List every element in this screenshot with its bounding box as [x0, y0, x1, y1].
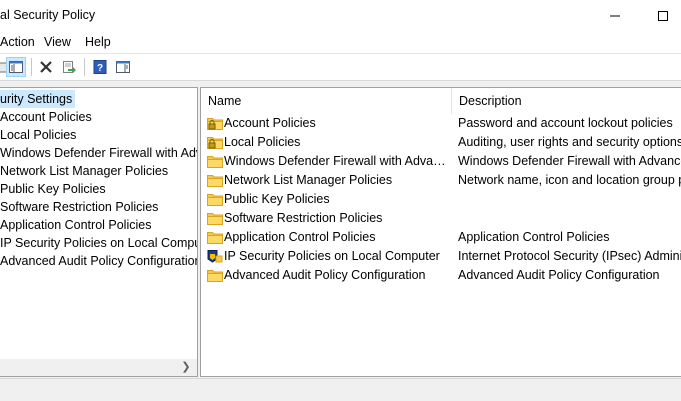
menu-action[interactable]: Action [0, 35, 35, 49]
tree-item[interactable]: urity Settings [0, 90, 76, 108]
row-description: Auditing, user rights and security optio… [458, 135, 681, 149]
svg-text:?: ? [97, 63, 103, 74]
tree-item[interactable]: Account Policies [0, 108, 92, 126]
title-bar: al Security Policy [0, 0, 681, 31]
column-header-name[interactable]: Name [201, 88, 452, 114]
column-header-description[interactable]: Description [452, 88, 681, 114]
tree-item[interactable]: Advanced Audit Policy Configuration [0, 252, 197, 270]
row-name: Advanced Audit Policy Configuration [224, 268, 426, 282]
delete-icon [40, 61, 52, 73]
properties-button[interactable] [113, 57, 133, 77]
menu-view[interactable]: View [44, 35, 71, 49]
list-row[interactable]: Software Restriction Policies [201, 209, 681, 228]
tree-item[interactable]: Public Key Policies [0, 180, 106, 198]
tree-item[interactable]: Software Restriction Policies [0, 198, 158, 216]
toolbar: ? [0, 54, 681, 81]
show-hide-tree-icon [9, 61, 23, 73]
row-name: Network List Manager Policies [224, 173, 393, 187]
folder-icon [207, 154, 223, 168]
list-row[interactable]: Application Control Policies Application … [201, 228, 681, 247]
menu-help[interactable]: Help [85, 35, 111, 49]
row-name: IP Security Policies on Local Computer [224, 249, 440, 263]
tree-item[interactable]: Local Policies [0, 126, 76, 144]
tree-item[interactable]: IP Security Policies on Local Compute [0, 234, 197, 252]
export-list-button[interactable] [59, 57, 79, 77]
row-description: Windows Defender Firewall with Advanced [458, 154, 681, 168]
list-pane[interactable]: Name Description Account Policies Passwor… [200, 87, 681, 377]
folder-icon [207, 173, 223, 187]
menu-bar: Action View Help [0, 31, 681, 54]
export-list-icon [63, 61, 76, 73]
row-description: Password and account lockout policies [458, 116, 673, 130]
toolbar-separator [84, 58, 85, 76]
help-icon: ? [93, 60, 107, 74]
toolbar-separator [31, 58, 32, 76]
properties-icon [116, 61, 130, 73]
maximize-button[interactable] [641, 0, 681, 31]
folder-icon [207, 230, 223, 244]
row-name: Public Key Policies [224, 192, 330, 206]
minimize-icon [610, 15, 620, 16]
maximize-icon [658, 10, 668, 21]
row-description: Internet Protocol Security (IPsec) Admin… [458, 249, 681, 263]
list-row[interactable]: Local Policies Auditing, user rights and … [201, 133, 681, 152]
row-description: Application Control Policies [458, 230, 610, 244]
delete-button[interactable] [36, 57, 56, 77]
scroll-right-icon[interactable]: ❯ [180, 361, 192, 373]
list-row[interactable]: Account Policies Password and account loc… [201, 114, 681, 133]
locked-folder-icon [207, 135, 223, 149]
folder-icon [207, 192, 223, 206]
list-row[interactable]: Public Key Policies [201, 190, 681, 209]
list-row[interactable]: Windows Defender Firewall with Advanc...… [201, 152, 681, 171]
row-name: Windows Defender Firewall with Advanc... [224, 154, 448, 168]
folder-icon [207, 211, 223, 225]
row-description: Network name, icon and location group po [458, 173, 681, 187]
folder-icon [207, 268, 223, 282]
row-name: Application Control Policies [224, 230, 376, 244]
list-row[interactable]: Advanced Audit Policy Configuration Advan… [201, 266, 681, 285]
row-name: Account Policies [224, 116, 316, 130]
window-title: al Security Policy [0, 8, 96, 22]
minimize-button[interactable] [593, 0, 637, 31]
horizontal-scrollbar[interactable]: ❯ [0, 359, 197, 376]
tree-item[interactable]: Application Control Policies [0, 216, 151, 234]
tree-item[interactable]: Windows Defender Firewall with Adva [0, 144, 197, 162]
list-row[interactable]: IP Security Policies on Local Computer In… [201, 247, 681, 266]
row-description: Advanced Audit Policy Configuration [458, 268, 660, 282]
tree-item[interactable]: Network List Manager Policies [0, 162, 168, 180]
tree-pane[interactable]: urity Settings Account Policies Local Poli… [0, 87, 198, 377]
list-row[interactable]: Network List Manager Policies Network nam… [201, 171, 681, 190]
ipsec-policy-icon [207, 249, 223, 263]
show-hide-tree-button[interactable] [6, 57, 26, 77]
row-name: Local Policies [224, 135, 301, 149]
locked-folder-icon [207, 116, 223, 130]
help-button[interactable]: ? [90, 57, 110, 77]
status-bar [0, 378, 681, 401]
row-name: Software Restriction Policies [224, 211, 383, 225]
